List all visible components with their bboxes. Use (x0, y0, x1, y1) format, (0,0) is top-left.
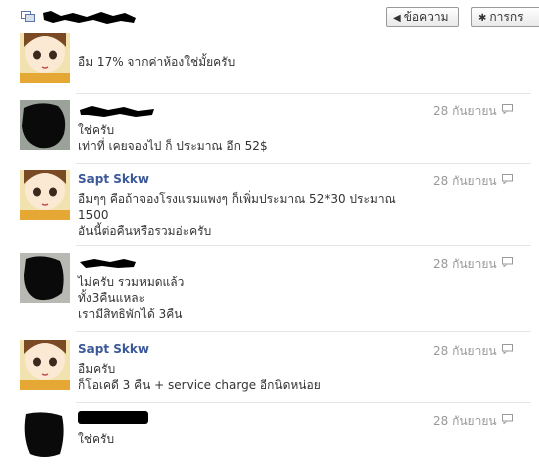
reply-icon[interactable] (502, 414, 513, 424)
author-name[interactable]: Sapt Skkw (78, 342, 149, 356)
message-body: อืม 17% จากค่าห้องใช่มั้ยครับ (78, 54, 235, 70)
message-divider (76, 402, 531, 403)
avatar[interactable] (20, 100, 70, 150)
message-divider (76, 331, 531, 332)
profile-photo-redacted (20, 253, 70, 303)
message-divider (76, 245, 531, 246)
message-item: 28 กันยายน ไม่ครับ รวมหมดแล้ว ทั้ง3คืนแห… (0, 253, 539, 328)
message-body: อืมๆๆ คือถ้าจองโรงแรมแพงๆ ก็เพิ่มประมาณ … (78, 191, 396, 239)
chevron-left-icon: ◀ (393, 13, 401, 24)
message-item: อืม 17% จากค่าห้องใช่มั้ยครับ (0, 33, 539, 88)
author-name-redacted (80, 106, 154, 117)
anime-avatar-image (20, 340, 70, 390)
reply-icon[interactable] (502, 174, 513, 184)
message-timestamp: 28 กันยายน (433, 344, 497, 358)
avatar[interactable] (20, 253, 70, 303)
message-body: ไม่ครับ รวมหมดแล้ว ทั้ง3คืนแหละ เรามีสิท… (78, 274, 184, 322)
message-line: เรามีสิทธิพักได้ 3คืน (78, 307, 183, 321)
reply-icon[interactable] (502, 104, 513, 114)
message-body: อืมครับ ก็โอเคดี 3 คืน + service charge … (78, 361, 321, 393)
conversation-header: ◀ ข้อความ ✱ การกร (0, 0, 539, 36)
message-line: เท่าที่ เคยจองไป ก็ ประมาณ อีก 52$ (78, 139, 268, 153)
messages-icon (21, 11, 35, 22)
message-item: Sapt Skkw 28 กันยายน อืมๆๆ คือถ้าจองโรงแ… (0, 170, 539, 245)
avatar[interactable] (20, 410, 70, 460)
messages-button-label: ข้อความ (403, 10, 449, 24)
message-line: ใช่ครับ (78, 123, 115, 137)
message-line: ไม่ครับ รวมหมดแล้ว (78, 275, 185, 289)
author-name-redacted (80, 259, 136, 268)
message-item: 28 กันยายน ใช่ครับ เท่าที่ เคยจองไป ก็ ป… (0, 100, 539, 160)
message-line: อืม 17% จากค่าห้องใช่มั้ยครับ (78, 55, 236, 69)
gear-icon: ✱ (478, 13, 487, 24)
message-line: อืมๆๆ คือถ้าจองโรงแรมแพงๆ ก็เพิ่มประมาณ … (78, 192, 396, 206)
author-name[interactable]: Sapt Skkw (78, 172, 149, 186)
message-timestamp: 28 กันยายน (433, 174, 497, 188)
messages-button[interactable]: ◀ ข้อความ (386, 7, 459, 27)
message-line: ใช่ครับ (78, 432, 115, 446)
message-line: ทั้ง3คืนแหละ (78, 291, 146, 305)
message-body: ใช่ครับ เท่าที่ เคยจองไป ก็ ประมาณ อีก 5… (78, 122, 268, 154)
message-timestamp: 28 กันยายน (433, 414, 497, 428)
reply-icon[interactable] (502, 344, 513, 354)
avatar[interactable] (20, 170, 70, 220)
author-name-redacted (78, 411, 148, 424)
message-body: ใช่ครับ (78, 431, 114, 447)
message-divider (76, 163, 531, 164)
profile-photo-redacted (20, 410, 70, 460)
message-divider (76, 93, 531, 94)
profile-photo-redacted (20, 100, 70, 150)
message-timestamp: 28 กันยายน (433, 257, 497, 271)
message-line: อันนี้ต่อคืนหรือรวมอ่ะครับ (78, 224, 212, 238)
message-line: อืมครับ (78, 362, 116, 376)
avatar[interactable] (20, 33, 70, 83)
conversation-title-redacted (43, 11, 136, 24)
message-line: ก็โอเคดี 3 คืน + service charge อีกนิดหน… (78, 378, 321, 392)
avatar[interactable] (20, 340, 70, 390)
actions-button-label: การกร (489, 10, 524, 24)
anime-avatar-image (20, 33, 70, 83)
reply-icon[interactable] (502, 257, 513, 267)
anime-avatar-image (20, 170, 70, 220)
message-item: Sapt Skkw 28 กันยายน อืมครับ ก็โอเคดี 3 … (0, 340, 539, 400)
message-line: 1500 (78, 208, 109, 222)
message-timestamp: 28 กันยายน (433, 104, 497, 118)
actions-button[interactable]: ✱ การกร (471, 7, 539, 27)
message-item: 28 กันยายน ใช่ครับ (0, 410, 539, 464)
